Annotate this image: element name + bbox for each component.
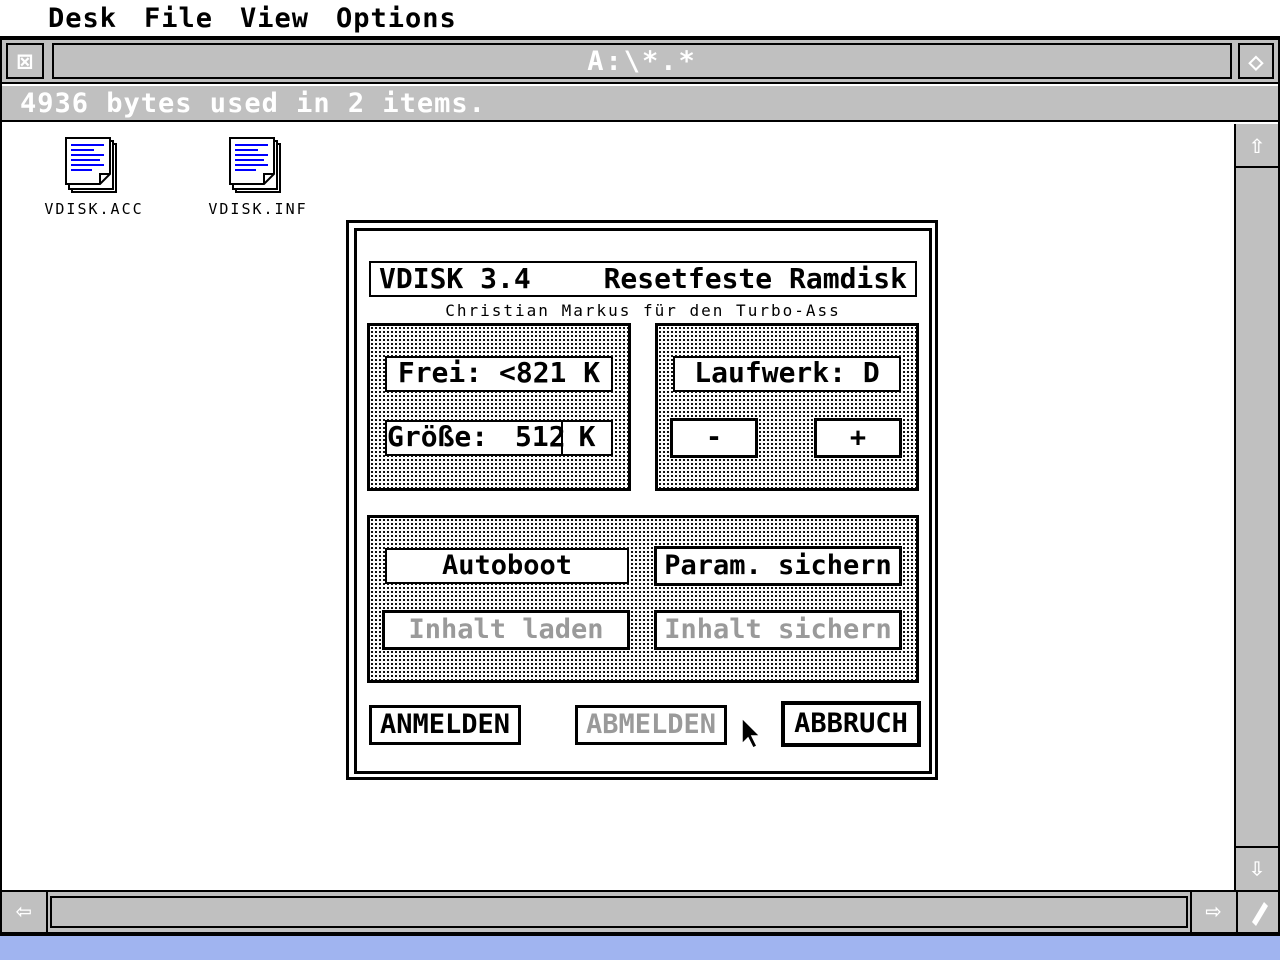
- options-group: Autoboot Param. sichern Inhalt laden Inh…: [367, 515, 919, 683]
- menu-bar: Desk File View Options: [0, 0, 1280, 38]
- scroll-down-icon[interactable]: ⇩: [1236, 846, 1278, 888]
- menu-desk[interactable]: Desk: [48, 0, 117, 36]
- vertical-scroll-track[interactable]: [1236, 168, 1278, 848]
- window-info-line: 4936 bytes used in 2 items.: [2, 86, 1278, 122]
- size-group: Frei: <821 K Größe: 512 K: [367, 323, 631, 491]
- resize-box-icon[interactable]: [1236, 892, 1278, 932]
- dialog-frame: VDISK 3.4 Resetfeste Ramdisk Christian M…: [354, 228, 932, 774]
- cancel-button[interactable]: ABBRUCH: [781, 701, 921, 747]
- file-icon-vdisk-acc[interactable]: VDISK.ACC: [24, 136, 164, 226]
- vertical-scrollbar[interactable]: ⇧ ⇩: [1234, 124, 1278, 890]
- load-content-button[interactable]: Inhalt laden: [382, 610, 630, 650]
- window-title-bar[interactable]: ⊠ A:\*.* ◇: [2, 40, 1278, 84]
- dialog-title: VDISK 3.4: [379, 262, 531, 295]
- size-field[interactable]: Größe: 512 K: [385, 420, 613, 456]
- drive-minus-button[interactable]: -: [670, 418, 758, 458]
- document-icon: [65, 137, 117, 193]
- dialog-author: Christian Markus für den Turbo-Ass: [445, 301, 841, 320]
- horizontal-scroll-thumb[interactable]: [50, 896, 1188, 928]
- vdisk-dialog: VDISK 3.4 Resetfeste Ramdisk Christian M…: [346, 220, 938, 780]
- menu-view[interactable]: View: [240, 0, 309, 36]
- bottom-strip: [0, 934, 1280, 960]
- drive-group: Laufwerk: D - +: [655, 323, 919, 491]
- full-box-icon[interactable]: ◇: [1238, 43, 1274, 79]
- drive-plus-button[interactable]: +: [814, 418, 902, 458]
- autoboot-toggle[interactable]: Autoboot: [385, 548, 629, 584]
- menu-options[interactable]: Options: [336, 0, 457, 36]
- window-title[interactable]: A:\*.*: [52, 43, 1232, 79]
- size-label: Größe:: [387, 420, 489, 453]
- size-unit: K: [561, 420, 613, 456]
- save-params-button[interactable]: Param. sichern: [654, 546, 902, 586]
- scroll-left-icon[interactable]: ⇦: [2, 892, 48, 932]
- save-content-button[interactable]: Inhalt sichern: [654, 610, 902, 650]
- drive-display: Laufwerk: D: [673, 356, 901, 392]
- dialog-subtitle-right: Resetfeste Ramdisk: [603, 262, 907, 295]
- file-icon-vdisk-inf[interactable]: VDISK.INF: [188, 136, 328, 226]
- horizontal-scrollbar[interactable]: ⇦ ⇨: [2, 890, 1278, 932]
- file-name: VDISK.ACC: [44, 200, 144, 218]
- mouse-pointer-icon: [741, 716, 762, 750]
- size-value-input[interactable]: 512: [515, 422, 566, 452]
- free-memory-display: Frei: <821 K: [385, 356, 613, 392]
- unregister-button[interactable]: ABMELDEN: [575, 705, 727, 745]
- scroll-up-icon[interactable]: ⇧: [1236, 124, 1278, 168]
- scroll-right-icon[interactable]: ⇨: [1190, 892, 1234, 932]
- register-button[interactable]: ANMELDEN: [369, 705, 521, 745]
- dialog-title-box: VDISK 3.4 Resetfeste Ramdisk: [369, 261, 917, 297]
- close-box-icon[interactable]: ⊠: [6, 43, 44, 79]
- document-icon: [229, 137, 281, 193]
- file-name: VDISK.INF: [208, 200, 308, 218]
- menu-file[interactable]: File: [144, 0, 213, 36]
